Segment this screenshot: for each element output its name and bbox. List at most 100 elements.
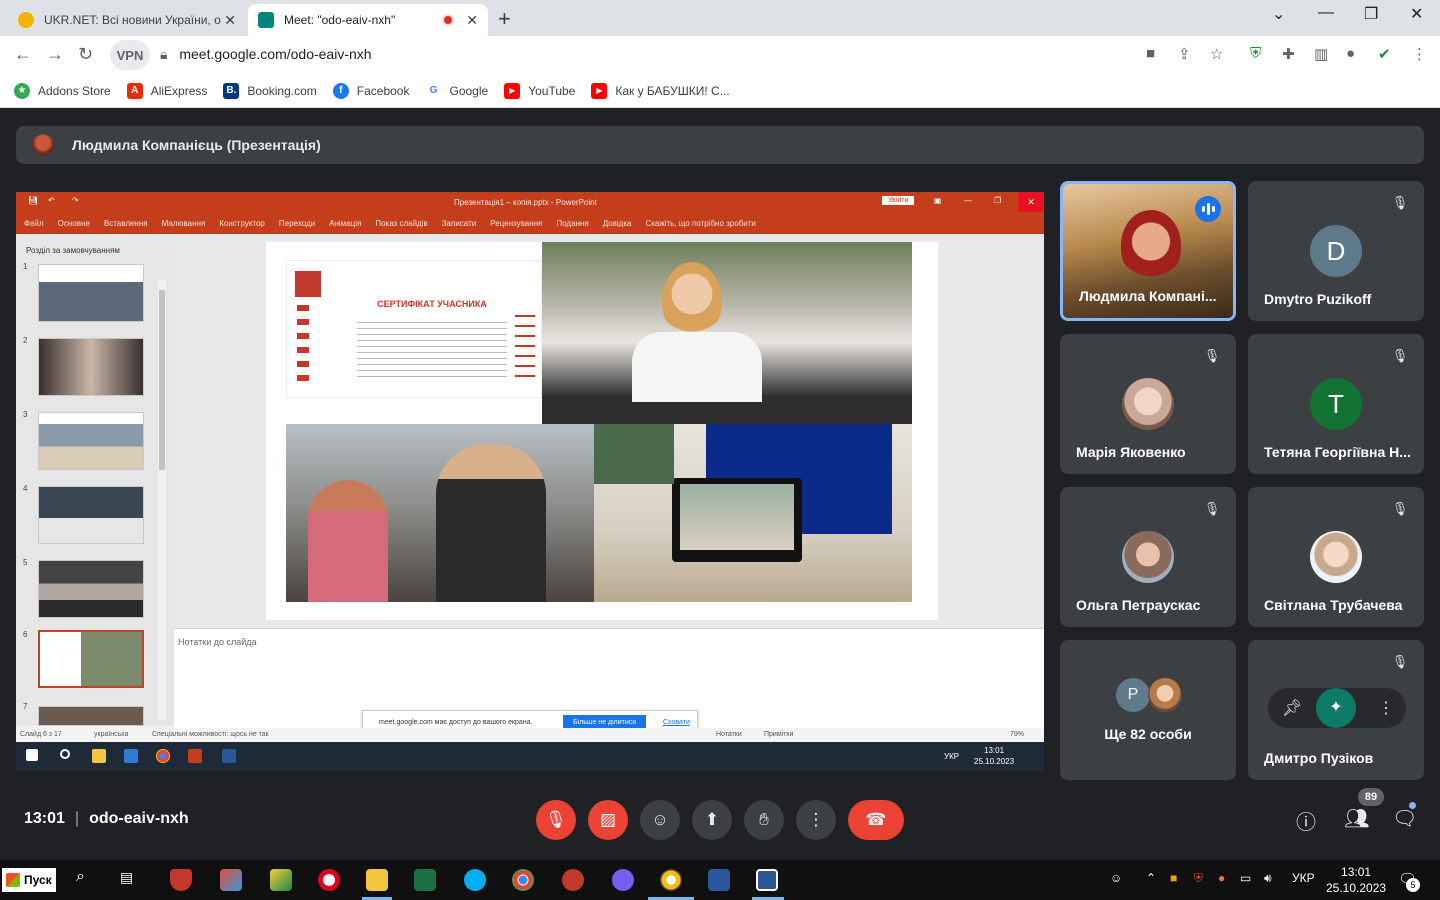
present-screen-button[interactable]: ⬆ — [692, 800, 732, 840]
excel-icon[interactable] — [414, 869, 436, 891]
word-icon[interactable] — [756, 869, 778, 891]
show-hidden-icons[interactable]: ⌃ — [1146, 871, 1156, 885]
address-bar[interactable]: 🔒︎ meet.google.com/odo-eaiv-nxh — [160, 46, 372, 63]
shield-app-icon[interactable] — [170, 869, 192, 891]
profile-avatar-icon[interactable]: ● — [1346, 45, 1355, 62]
bookmark-addons-store[interactable]: ★ Addons Store — [14, 82, 111, 99]
tab-ukrnet[interactable]: UKR.NET: Всі новини України, о ✕ — [8, 4, 246, 36]
slide-thumbnail — [38, 706, 144, 726]
file-explorer-icon[interactable] — [366, 869, 388, 891]
share-icon[interactable]: ⇪ — [1178, 45, 1191, 63]
ribbon-tab: Малювання — [161, 218, 206, 228]
close-tab-icon[interactable]: ✕ — [466, 12, 478, 29]
volume-icon[interactable]: 🔊︎ — [1264, 871, 1272, 886]
ribbon-tab: Подання — [556, 218, 589, 228]
word-icon[interactable] — [708, 869, 730, 891]
people-button[interactable]: 👥︎ — [1344, 806, 1369, 831]
tab-search-icon[interactable]: ⌄ — [1272, 4, 1285, 24]
meeting-details-button[interactable]: ⓘ — [1296, 806, 1316, 835]
viber-icon[interactable] — [612, 869, 634, 891]
bookmark-babushki[interactable]: ▶ Как у БАБУШКИ! С... — [591, 82, 730, 99]
thumb-number: 4 — [23, 484, 28, 493]
close-tab-icon[interactable]: ✕ — [224, 12, 236, 29]
browser-menu-icon[interactable]: ⋮ — [1412, 45, 1427, 63]
participant-tile-hovered[interactable]: 🎙︎ 📌︎ ✦ ⋮ Дмитро Пузіков — [1248, 640, 1424, 780]
more-options-button[interactable]: ⋮ — [796, 800, 836, 840]
tray-app-icon[interactable]: ● — [1218, 871, 1225, 885]
minimize-window-button[interactable]: — — [1318, 4, 1334, 22]
bookmark-star-icon[interactable]: ☆ — [1210, 45, 1223, 63]
participant-name: Людмила Компані... — [1079, 288, 1217, 304]
visual-effects-icon[interactable]: ✦ — [1316, 688, 1356, 728]
action-center-button[interactable]: 🗨︎ 5 — [1398, 870, 1420, 892]
maximize-window-button[interactable]: ❐ — [1364, 4, 1378, 24]
app-icon[interactable] — [562, 869, 584, 891]
more-participants-label: Ще 82 особи — [1104, 726, 1192, 742]
participant-tile[interactable]: 🎙︎ Марія Яковенко — [1060, 334, 1236, 474]
close-window-button[interactable]: ✕ — [1410, 4, 1423, 24]
tab-meet[interactable]: Meet: "odo-eaiv-nxh" ✕ — [248, 4, 488, 36]
aliexpress-icon: A — [126, 82, 143, 99]
notes-placeholder: Нотатки до слайда — [178, 637, 257, 647]
chat-button[interactable]: 🗨︎ — [1392, 806, 1417, 831]
participant-tile[interactable]: 🎙︎ D Dmytro Puzikoff — [1248, 181, 1424, 321]
more-participants-tile[interactable]: P Ще 82 особи — [1060, 640, 1236, 780]
meeting-time: 13:01 — [24, 810, 65, 827]
search-icon[interactable]: ⌕ — [76, 868, 85, 886]
chrome-icon[interactable] — [660, 869, 682, 891]
more-options-icon[interactable]: ⋮ — [1378, 698, 1394, 718]
thumb-number: 2 — [23, 336, 28, 345]
side-panel-icon[interactable]: ▥ — [1314, 45, 1328, 63]
reload-button[interactable]: ↻ — [78, 44, 93, 65]
language-indicator[interactable]: УКР — [1292, 871, 1315, 885]
people-tray-icon[interactable]: ☺ — [1110, 871, 1122, 885]
skype-icon[interactable] — [464, 869, 486, 891]
extensions-puzzle-icon[interactable]: ✚ — [1282, 45, 1295, 63]
slide-thumbnail — [38, 560, 144, 618]
back-button[interactable]: ← — [14, 44, 32, 65]
raise-hand-button[interactable]: ✋︎ — [744, 800, 784, 840]
network-icon[interactable]: ▭ — [1240, 871, 1251, 885]
slide-counter: Слайд 6 з 17 — [20, 731, 62, 738]
bookmark-google[interactable]: G Google — [425, 82, 488, 99]
participant-tile[interactable]: 🎙︎ Ольга Петраускас — [1060, 487, 1236, 627]
hand-icon: ✋︎ — [759, 810, 769, 829]
participant-tile[interactable]: 🎙︎ Світлана Трубачева — [1248, 487, 1424, 627]
save-icon: 💾︎ — [28, 196, 39, 205]
forward-button[interactable]: → — [46, 44, 64, 65]
participant-tile-speaking[interactable]: Людмила Компані... — [1060, 181, 1236, 321]
bookmark-facebook[interactable]: f Facebook — [332, 82, 409, 99]
participant-name: Дмитро Пузіков — [1264, 750, 1374, 766]
recording-indicator-icon — [442, 14, 455, 26]
mic-off-icon: 🎙︎ — [1203, 348, 1221, 363]
extension-shield-icon[interactable]: ⛨ — [1250, 45, 1261, 62]
chrome-icon[interactable] — [512, 869, 534, 891]
security-check-icon[interactable]: ✔ — [1378, 45, 1391, 63]
google-icon: G — [425, 82, 442, 99]
bookmark-youtube[interactable]: ▶ YouTube — [504, 82, 575, 99]
vpn-button[interactable]: VPN — [110, 40, 150, 70]
ppt-restore-icon: ❐ — [994, 196, 1002, 205]
youtube-icon: ▶ — [591, 82, 608, 99]
tray-shield-icon[interactable]: ⛨ — [1194, 871, 1203, 886]
camera-off-button[interactable]: ▨ — [588, 800, 628, 840]
app-icon[interactable] — [270, 869, 292, 891]
camera-in-use-icon[interactable]: ■ — [1146, 45, 1155, 62]
emoji-icon: ☺ — [651, 810, 669, 829]
microphone-off-button[interactable]: 🎙︎ — [536, 800, 576, 840]
tray-app-icon[interactable]: ■ — [1170, 871, 1177, 885]
bookmark-label: AliExpress — [150, 83, 208, 98]
slide-edit-area: СЕРТИФІКАТ УЧАСНИКА — [174, 234, 1044, 628]
bookmark-aliexpress[interactable]: A AliExpress — [126, 82, 208, 99]
bookmark-booking[interactable]: B. Booking.com — [223, 82, 317, 99]
app-icon[interactable] — [220, 869, 242, 891]
pin-icon[interactable]: 📌︎ — [1282, 698, 1302, 718]
reactions-button[interactable]: ☺ — [640, 800, 680, 840]
task-view-icon[interactable]: ▤ — [120, 869, 133, 886]
opera-icon[interactable] — [318, 869, 340, 891]
start-button[interactable]: Пуск — [2, 868, 56, 892]
leave-call-button[interactable]: ☎︎ — [848, 800, 904, 840]
participant-tile[interactable]: 🎙︎ T Тетяна Георгіївна Н... — [1248, 334, 1424, 474]
system-clock[interactable]: 13:01 25.10.2023 — [1326, 864, 1386, 896]
new-tab-button[interactable]: + — [498, 6, 511, 32]
